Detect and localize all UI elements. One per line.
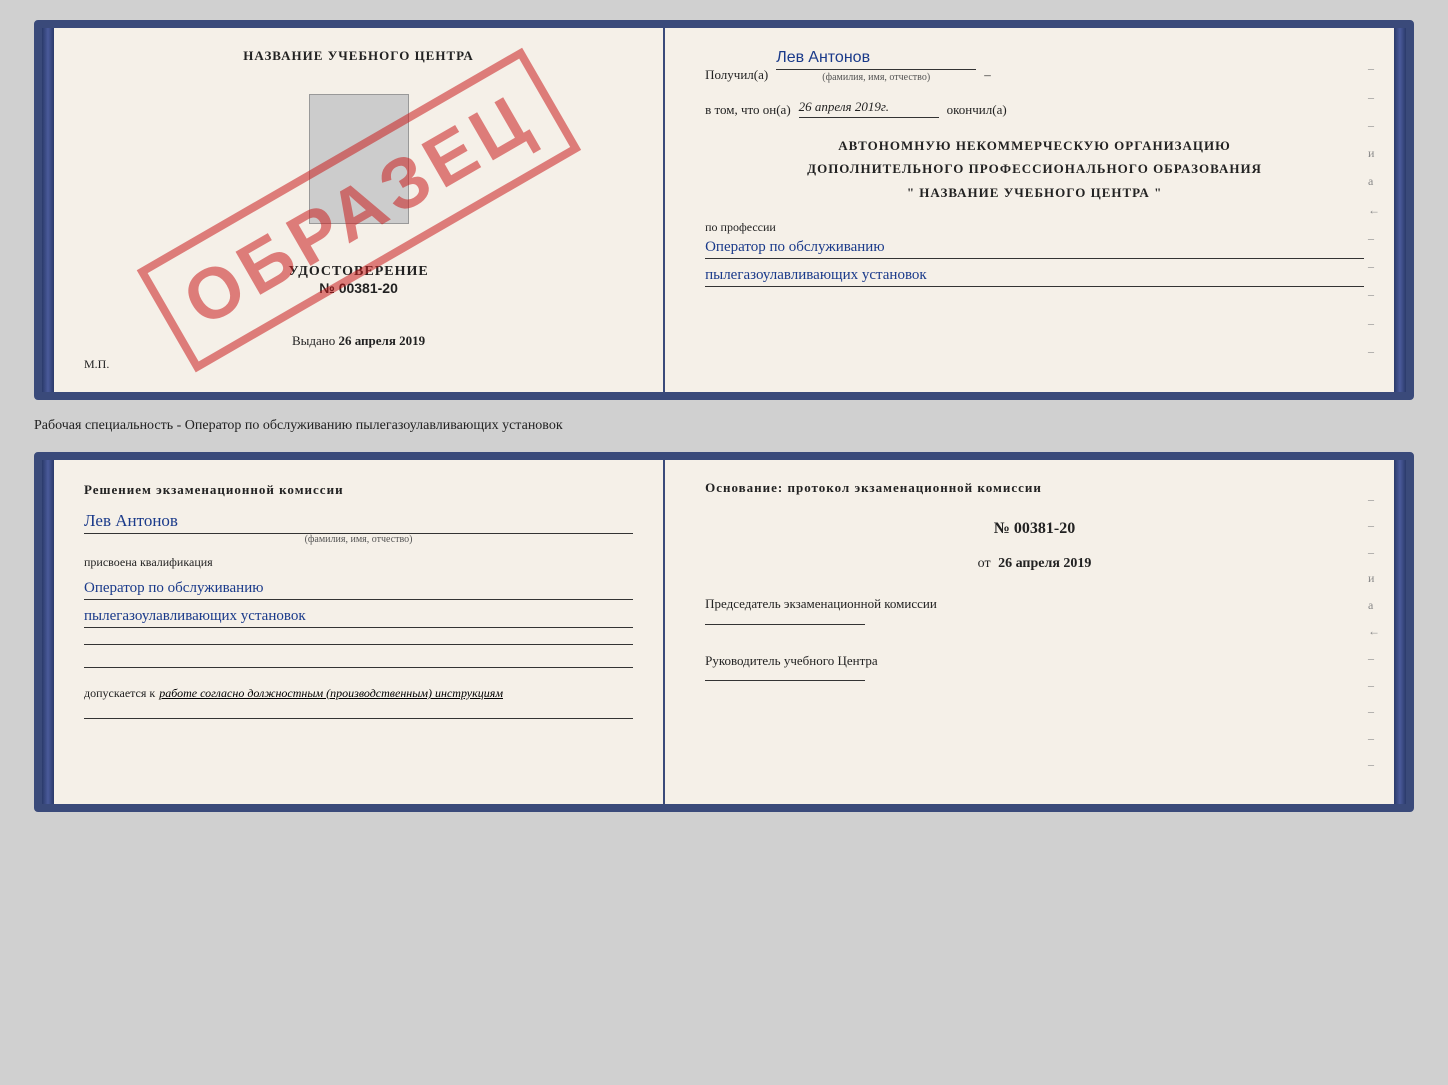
profession-section: по профессии Оператор по обслуживанию пы… [705,220,1364,287]
certificate-left-page: НАЗВАНИЕ УЧЕБНОГО ЦЕНТРА УДОСТОВЕРЕНИЕ №… [54,28,665,392]
recipient-section: Получил(а) Лев Антонов (фамилия, имя, от… [705,48,1364,83]
chairman-label: Председатель экзаменационной комиссии [705,594,1364,614]
qual-person-section: Лев Антонов (фамилия, имя, отчество) [84,511,633,545]
osnov-title: Основание: протокол экзаменационной коми… [705,480,1364,496]
director-sig-line [705,680,865,681]
chairman-section: Председатель экзаменационной комиссии [705,594,1364,629]
допуск-prefix: допускается к [84,686,155,700]
date-prefix: в том, что он(а) [705,102,791,118]
recipient-name: Лев Антонов [776,48,976,70]
book-spine-right [1394,28,1406,392]
qualification-left-page: Решением экзаменационной комиссии Лев Ан… [54,460,665,804]
profession-line1: Оператор по обслуживанию [705,239,1364,259]
dash-after-name: – [984,67,991,83]
assigned-label: присвоена квалификация [84,555,633,570]
допуск-section: допускается к работе согласно должностны… [84,684,633,702]
cert-school-title: НАЗВАНИЕ УЧЕБНОГО ЦЕНТРА [243,48,474,64]
qual-spine-right [1394,460,1406,804]
cert-number: № 00381-20 [319,280,398,296]
profession-line2: пылегазоулавливающих установок [705,267,1364,287]
protocol-date-value: 26 апреля 2019 [998,556,1091,571]
issued-date: 26 апреля 2019 [338,333,425,348]
qual-profession-line1: Оператор по обслуживанию [84,580,633,600]
qual-person-sub: (фамилия, имя, отчество) [84,534,633,545]
org-line2: ДОПОЛНИТЕЛЬНОГО ПРОФЕССИОНАЛЬНОГО ОБРАЗО… [705,157,1364,180]
protocol-date: от 26 апреля 2019 [705,556,1364,572]
blank-line-2 [84,667,633,668]
profession-label: по профессии [705,220,1364,235]
director-section: Руководитель учебного Центра [705,651,1364,686]
recipient-sub: (фамилия, имя, отчество) [776,72,976,83]
right-edge-decorations: – – – и а ← – – – – – [1368,48,1380,372]
blank-line-3 [84,718,633,719]
qualification-document: Решением экзаменационной комиссии Лев Ан… [34,452,1414,812]
org-line3: " НАЗВАНИЕ УЧЕБНОГО ЦЕНТРА " [705,181,1364,204]
qual-profession-line2: пылегазоулавливающих установок [84,608,633,628]
photo-placeholder [309,94,409,224]
blank-line-1 [84,644,633,645]
допуск-italic: работе согласно должностным (производств… [159,686,503,700]
date-suffix: окончил(а) [947,102,1007,118]
qual-person-name: Лев Антонов [84,511,633,534]
certificate-right-page: Получил(а) Лев Антонов (фамилия, имя, от… [665,28,1394,392]
qual-section-title: Решением экзаменационной комиссии [84,480,633,501]
issued-label: Выдано [292,333,335,348]
qual-spine-left [42,460,54,804]
book-spine-left [42,28,54,392]
qualification-right-page: Основание: протокол экзаменационной коми… [665,460,1394,804]
org-text: АВТОНОМНУЮ НЕКОММЕРЧЕСКУЮ ОРГАНИЗАЦИЮ ДО… [705,134,1364,204]
org-line1: АВТОНОМНУЮ НЕКОММЕРЧЕСКУЮ ОРГАНИЗАЦИЮ [705,134,1364,157]
chairman-sig-line [705,624,865,625]
qual-right-edge-decorations: – – – и а ← – – – – – [1368,480,1380,784]
date-section: в том, что он(а) 26 апреля 2019г. окончи… [705,99,1364,118]
separator-text: Рабочая специальность - Оператор по обсл… [34,412,563,440]
protocol-date-prefix: от [978,556,991,571]
mp-label: М.П. [84,357,109,372]
director-label: Руководитель учебного Центра [705,651,1364,671]
cert-type-label: УДОСТОВЕРЕНИЕ [288,264,428,280]
protocol-number: № 00381-20 [705,520,1364,538]
received-prefix: Получил(а) [705,67,768,83]
cert-issued: Выдано 26 апреля 2019 [292,323,425,349]
certificate-document: НАЗВАНИЕ УЧЕБНОГО ЦЕНТРА УДОСТОВЕРЕНИЕ №… [34,20,1414,400]
qual-profession-section: Оператор по обслуживанию пылегазоулавлив… [84,580,633,628]
date-value: 26 апреля 2019г. [799,99,939,118]
